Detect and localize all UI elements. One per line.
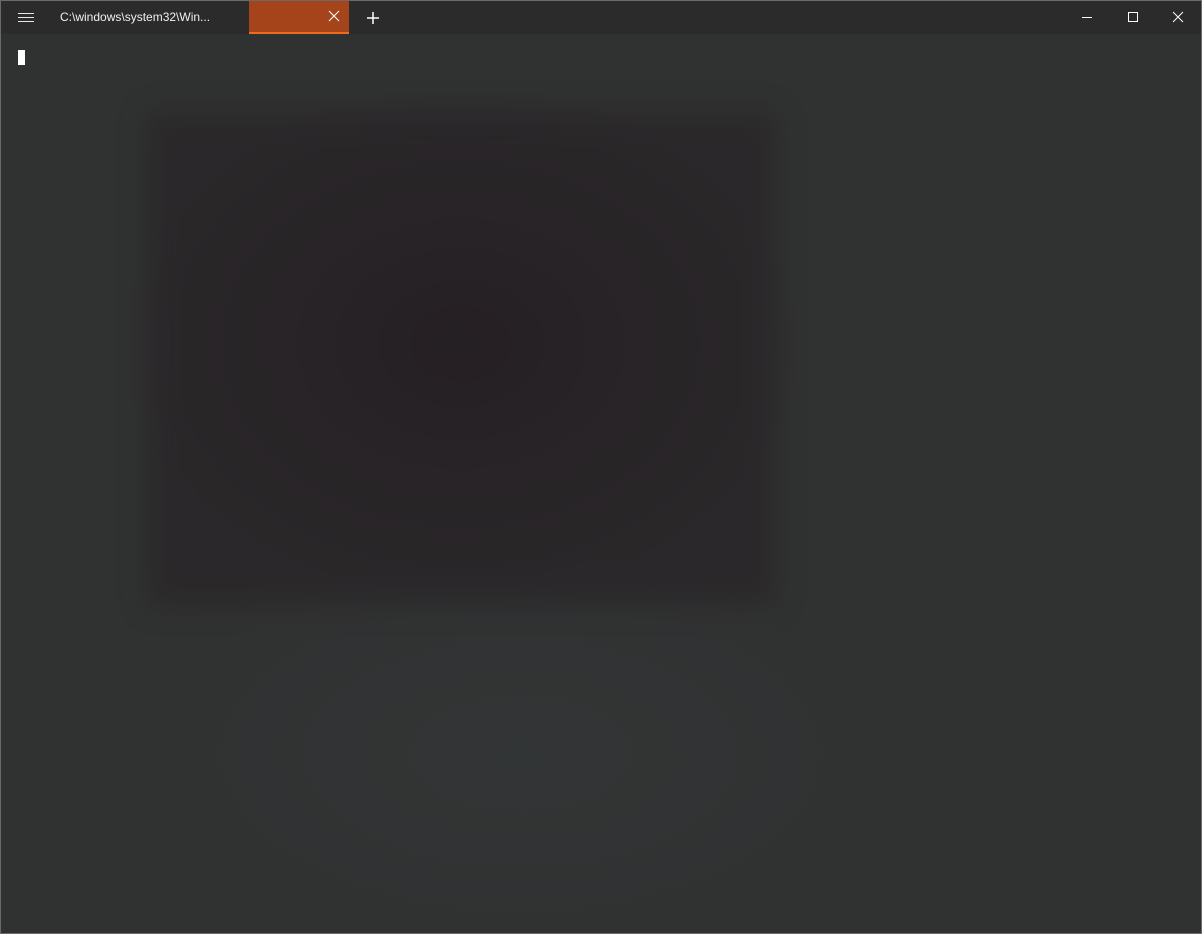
new-tab-button[interactable] [359,4,387,31]
terminal-background-shade [149,114,774,604]
title-bar[interactable]: C:\windows\system32\Win... [1,1,1201,34]
minimize-button[interactable] [1064,1,1110,33]
maximize-icon [1128,12,1138,22]
tab-title: C:\windows\system32\Win... [60,10,211,24]
terminal-output[interactable] [1,34,1201,933]
close-icon [1172,11,1184,23]
maximize-button[interactable] [1110,1,1156,33]
menu-button[interactable] [9,4,43,31]
plus-icon [367,12,379,24]
terminal-window: C:\windows\system32\Win... [0,0,1202,934]
minimize-icon [1082,17,1092,18]
text-cursor [18,50,25,65]
tab-command-prompt[interactable]: C:\windows\system32\Win... [48,1,248,32]
tab-active[interactable] [249,1,349,34]
tab-close-button[interactable] [325,7,343,25]
close-icon [328,10,340,22]
close-window-button[interactable] [1155,1,1201,33]
